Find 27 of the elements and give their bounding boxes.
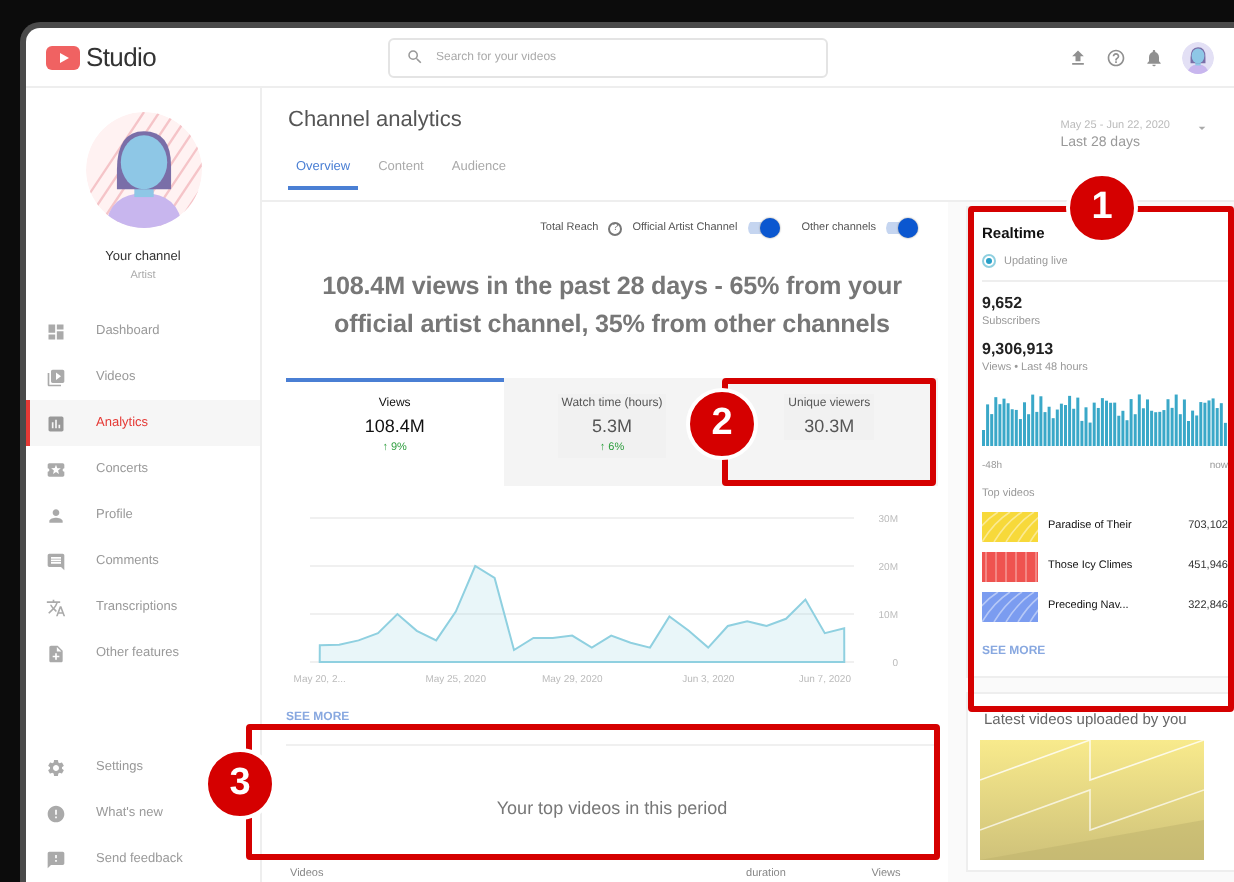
subscriber-count: 9,652 bbox=[982, 294, 1025, 312]
upload-icon[interactable] bbox=[1068, 47, 1088, 67]
empty-message: Your top videos in this period bbox=[496, 797, 728, 817]
toggle-switch[interactable] bbox=[886, 218, 918, 238]
alert-icon bbox=[46, 803, 66, 823]
ticket-icon bbox=[46, 459, 66, 479]
toggle-switch[interactable] bbox=[747, 218, 780, 238]
page-title: Channel analytics bbox=[288, 108, 464, 132]
chart-icon bbox=[46, 413, 66, 433]
dashboard-icon bbox=[46, 321, 66, 341]
video-icon bbox=[46, 367, 66, 387]
avatar-icon[interactable] bbox=[1182, 41, 1214, 73]
bell-icon[interactable] bbox=[1144, 47, 1164, 67]
headline: 108.4M views in the past 28 days - 65% from your official artist channel, 35% from other channels bbox=[320, 270, 904, 342]
feedback-icon bbox=[46, 849, 66, 869]
logo-icon bbox=[46, 45, 80, 69]
help-icon[interactable] bbox=[1106, 47, 1126, 67]
search-icon bbox=[406, 48, 424, 66]
logo-text: Studio bbox=[86, 42, 157, 72]
avatar-icon bbox=[85, 112, 201, 228]
view-count: 9,306,913 bbox=[982, 340, 1056, 358]
document-icon bbox=[46, 643, 66, 663]
comment-icon bbox=[46, 551, 66, 571]
person-icon bbox=[46, 505, 66, 525]
live-icon bbox=[982, 254, 996, 268]
translate-icon bbox=[46, 597, 66, 617]
settings-icon bbox=[46, 757, 66, 777]
